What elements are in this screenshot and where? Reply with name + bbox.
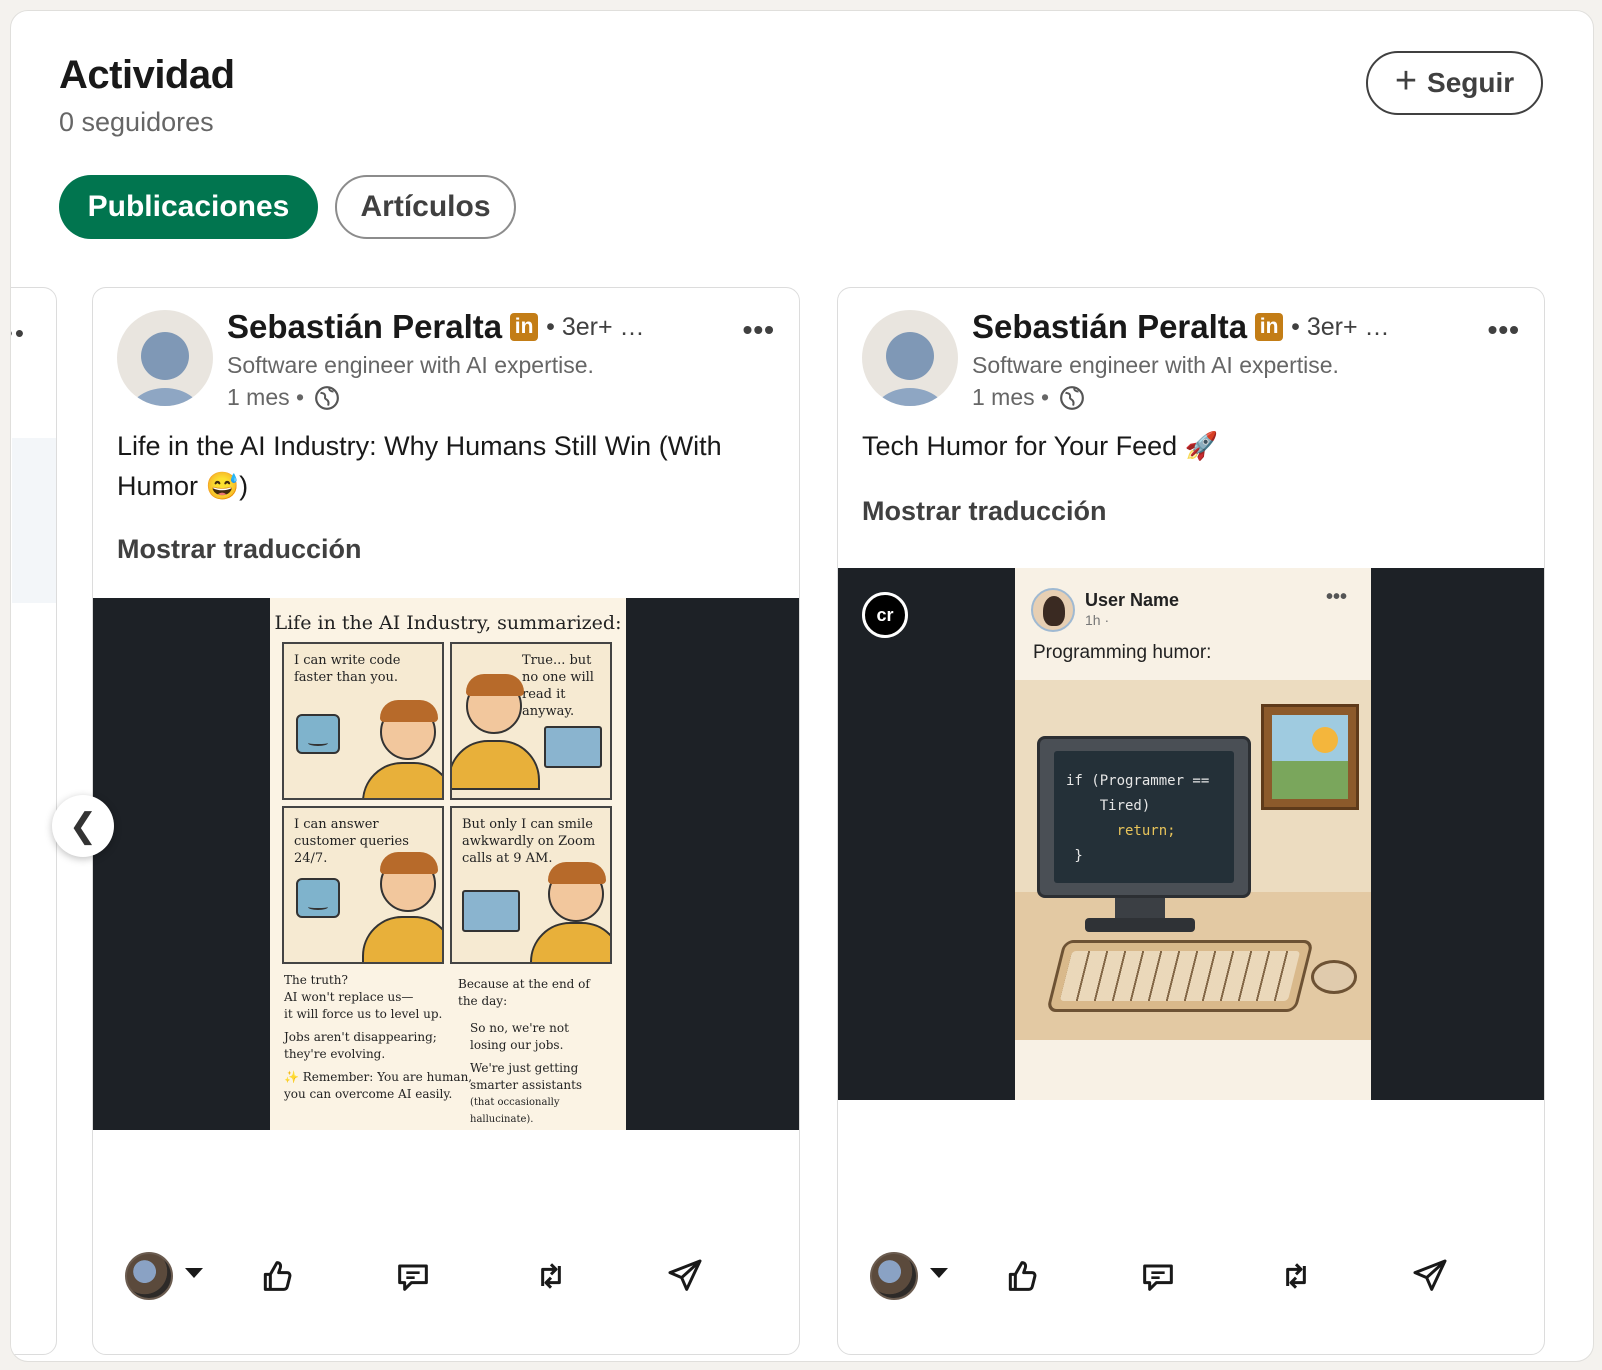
comic-caption: I can write code faster than you. bbox=[294, 653, 401, 685]
man-illustration bbox=[548, 862, 606, 922]
post-meta: 1 mes • bbox=[972, 384, 1085, 411]
man-shirt bbox=[452, 740, 540, 790]
man-shirt bbox=[362, 762, 442, 798]
connection-degree: • 3er+ … bbox=[546, 312, 645, 341]
globe-icon bbox=[1060, 385, 1084, 410]
more-horizontal-icon[interactable]: ••• bbox=[743, 314, 775, 346]
embedded-post-text: Programming humor: bbox=[1033, 642, 1212, 663]
avatar[interactable] bbox=[862, 310, 958, 406]
post-card-previous-content bbox=[12, 438, 56, 603]
desk-illustration: if (Programmer == Tired) return; } bbox=[1015, 680, 1371, 1040]
comment-icon[interactable] bbox=[393, 1256, 433, 1296]
laptop-illustration bbox=[544, 726, 602, 768]
show-translation-link[interactable]: Mostrar traducción bbox=[862, 496, 1107, 527]
chevron-down-icon[interactable] bbox=[930, 1268, 948, 1278]
comic-panel: I can write code faster than you. bbox=[282, 642, 444, 800]
comic-caption: True... but no one will read it anyway. bbox=[522, 653, 594, 719]
man-illustration bbox=[380, 852, 438, 912]
code-screen: if (Programmer == Tired) return; } bbox=[1054, 751, 1234, 883]
picture-frame-illustration bbox=[1261, 704, 1359, 810]
post-time: 1 mes • bbox=[227, 384, 305, 410]
activity-panel: Actividad 0 seguidores + Seguir Publicac… bbox=[10, 10, 1594, 1362]
follow-button[interactable]: + Seguir bbox=[1366, 51, 1543, 115]
embedded-user-name: User Name bbox=[1085, 590, 1180, 610]
post-text: Life in the AI Industry: Why Humans Stil… bbox=[117, 431, 722, 501]
plus-icon: + bbox=[1394, 60, 1418, 102]
avatar[interactable] bbox=[117, 310, 213, 406]
send-icon[interactable] bbox=[1410, 1256, 1450, 1296]
embedded-post-time: 1h · bbox=[1085, 612, 1110, 628]
like-icon[interactable] bbox=[257, 1256, 297, 1296]
author-headline: Software engineer with AI expertise. bbox=[227, 352, 594, 378]
more-horizontal-icon[interactable]: •• bbox=[11, 318, 26, 349]
monitor-stand bbox=[1115, 898, 1165, 920]
followers-count: 0 seguidores bbox=[59, 107, 214, 137]
mouse-illustration bbox=[1311, 960, 1357, 994]
like-icon[interactable] bbox=[1002, 1256, 1042, 1296]
man-shirt bbox=[362, 916, 442, 962]
author-name[interactable]: Sebastián Peralta bbox=[227, 308, 502, 346]
follow-button-label: Seguir bbox=[1427, 67, 1515, 98]
cr-badge-icon: cr bbox=[862, 592, 908, 638]
show-translation-link[interactable]: Mostrar traducción bbox=[117, 534, 362, 565]
comic-panel: But only I can smile awkwardly on Zoom c… bbox=[450, 806, 612, 964]
man-illustration bbox=[380, 700, 438, 760]
post-time: 1 mes • bbox=[972, 384, 1050, 410]
keyboard-illustration bbox=[1046, 940, 1314, 1012]
author-name[interactable]: Sebastián Peralta bbox=[972, 308, 1247, 346]
robot-illustration bbox=[296, 878, 340, 918]
robot-illustration bbox=[296, 714, 340, 754]
linkedin-premium-icon: in bbox=[1255, 313, 1284, 341]
post-card-previous[interactable]: •• bbox=[11, 287, 57, 1355]
comic-caption: But only I can smile awkwardly on Zoom c… bbox=[462, 817, 596, 866]
comic-image: Life in the AI Industry, summarized: I c… bbox=[270, 598, 626, 1130]
tab-articulos[interactable]: Artículos bbox=[335, 175, 516, 239]
globe-icon bbox=[315, 385, 339, 410]
comic-footer-left: The truth? AI won't replace us— it will … bbox=[284, 973, 473, 1101]
monitor-illustration: if (Programmer == Tired) return; } bbox=[1037, 736, 1251, 898]
post-text: Tech Humor for Your Feed 🚀 bbox=[862, 431, 1219, 461]
monitor-base bbox=[1085, 918, 1195, 932]
linkedin-premium-icon: in bbox=[510, 313, 539, 341]
connection-degree: • 3er+ … bbox=[1291, 312, 1390, 341]
section-title: Actividad bbox=[59, 53, 235, 97]
comic-title: Life in the AI Industry, summarized: bbox=[274, 612, 622, 634]
more-horizontal-icon: ••• bbox=[1325, 586, 1347, 608]
comic-panel: True... but no one will read it anyway. bbox=[450, 642, 612, 800]
laptop-illustration bbox=[462, 890, 520, 932]
post-actions-bar bbox=[93, 1248, 799, 1308]
repost-icon[interactable] bbox=[1276, 1256, 1316, 1296]
chevron-left-icon[interactable]: ❮ bbox=[52, 795, 114, 857]
chevron-down-icon[interactable] bbox=[185, 1268, 203, 1278]
actor-avatar[interactable] bbox=[125, 1252, 173, 1300]
author-headline: Software engineer with AI expertise. bbox=[972, 352, 1339, 378]
send-icon[interactable] bbox=[665, 1256, 705, 1296]
repost-icon[interactable] bbox=[531, 1256, 571, 1296]
post-actions-bar bbox=[838, 1248, 1544, 1308]
author-line[interactable]: Sebastián Peralta in • 3er+ … bbox=[972, 308, 1390, 346]
man-shirt bbox=[530, 922, 610, 962]
post-card: Sebastián Peralta in • 3er+ … Software e… bbox=[92, 287, 800, 1355]
post-image[interactable]: cr User Name 1h · ••• Programming humor:… bbox=[838, 568, 1544, 1100]
man-illustration bbox=[466, 674, 524, 734]
more-horizontal-icon[interactable]: ••• bbox=[1488, 314, 1520, 346]
embedded-post-image: User Name 1h · ••• Programming humor: if… bbox=[1015, 568, 1371, 1100]
comic-footer-right: Because at the end of the day: So no, we… bbox=[458, 977, 590, 1125]
comment-icon[interactable] bbox=[1138, 1256, 1178, 1296]
post-card: Sebastián Peralta in • 3er+ … Software e… bbox=[837, 287, 1545, 1355]
post-meta: 1 mes • bbox=[227, 384, 340, 411]
comic-panel: I can answer customer queries 24/7. bbox=[282, 806, 444, 964]
tab-publicaciones[interactable]: Publicaciones bbox=[59, 175, 318, 239]
actor-avatar[interactable] bbox=[870, 1252, 918, 1300]
author-line[interactable]: Sebastián Peralta in • 3er+ … bbox=[227, 308, 645, 346]
post-image[interactable]: Life in the AI Industry, summarized: I c… bbox=[93, 598, 799, 1130]
avatar bbox=[1031, 588, 1075, 632]
